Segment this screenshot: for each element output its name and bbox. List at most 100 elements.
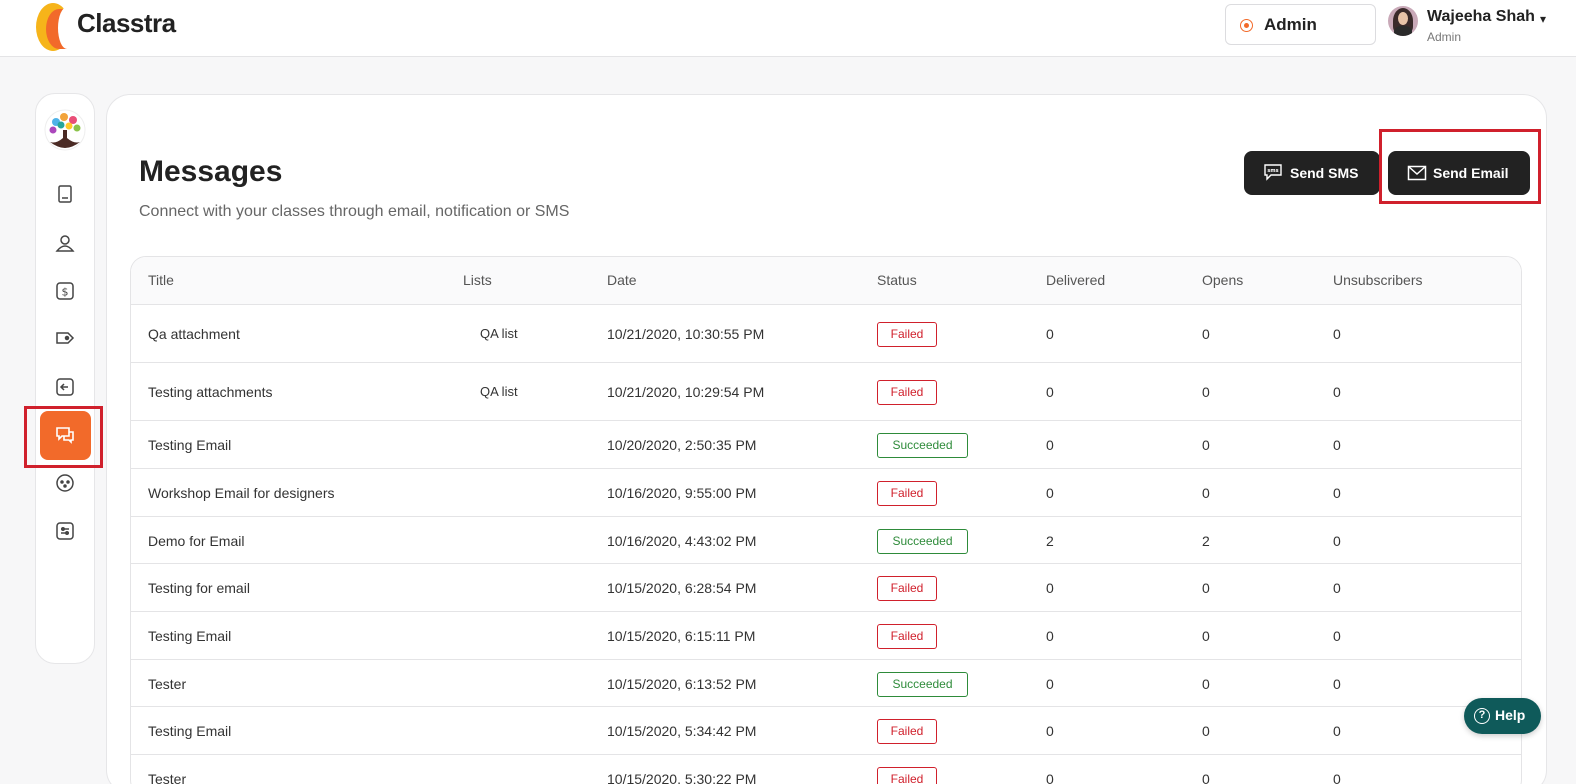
sidebar-item-users[interactable]	[53, 231, 77, 255]
dollar-icon: $	[56, 282, 74, 300]
cell-unsubscribers: 0	[1333, 580, 1341, 596]
cell-opens: 0	[1202, 384, 1210, 400]
table-row[interactable]: Testing attachments QA list 10/21/2020, 10…	[131, 363, 1521, 421]
page-subtitle: Connect with your classes through email,…	[139, 203, 570, 220]
table-header: Title Lists Date Status Delivered Opens …	[131, 257, 1521, 305]
cell-unsubscribers: 0	[1333, 326, 1341, 342]
cell-delivered: 0	[1046, 676, 1054, 692]
cell-title[interactable]: Testing attachments	[148, 384, 273, 400]
cell-title[interactable]: Testing Email	[148, 628, 231, 644]
status-badge: Failed	[877, 380, 937, 405]
sidebar-item-payments[interactable]: $	[53, 279, 77, 303]
table-row[interactable]: Tester 10/15/2020, 6:13:52 PM 0 0 0 Succeeded	[131, 660, 1521, 707]
table-row[interactable]: Qa attachment QA list 10/21/2020, 10:30:55…	[131, 305, 1521, 363]
status-badge: Failed	[877, 322, 937, 347]
column-header-status[interactable]: Status	[877, 272, 917, 288]
sidebar-item-settings[interactable]	[53, 519, 77, 543]
status-badge: Failed	[877, 481, 937, 506]
cell-delivered: 0	[1046, 326, 1054, 342]
table-row[interactable]: Testing Email 10/15/2020, 6:15:11 PM 0 0 0 Fa…	[131, 612, 1521, 660]
cell-opens: 0	[1202, 485, 1210, 501]
cell-delivered: 0	[1046, 628, 1054, 644]
cell-title[interactable]: Qa attachment	[148, 326, 240, 342]
sidebar-item-tags[interactable]	[53, 326, 77, 350]
cell-opens: 0	[1202, 723, 1210, 739]
cell-title[interactable]: Demo for Email	[148, 533, 244, 549]
column-header-lists[interactable]: Lists	[463, 272, 492, 288]
cell-date: 10/15/2020, 5:30:22 PM	[607, 771, 757, 784]
sidebar-item-login[interactable]	[53, 375, 77, 399]
sidebar-item-books[interactable]	[53, 182, 77, 206]
avatar[interactable]	[1388, 6, 1418, 36]
cell-title[interactable]: Testing Email	[148, 723, 231, 739]
user-icon	[55, 235, 75, 252]
cell-delivered: 0	[1046, 384, 1054, 400]
cell-date: 10/16/2020, 4:43:02 PM	[607, 533, 757, 549]
cell-date: 10/15/2020, 5:34:42 PM	[607, 723, 757, 739]
cell-title[interactable]: Tester	[148, 771, 186, 784]
status-badge: Failed	[877, 767, 937, 784]
cell-unsubscribers: 0	[1333, 676, 1341, 692]
settings-sliders-icon	[56, 522, 74, 540]
cell-delivered: 0	[1046, 580, 1054, 596]
tag-icon	[56, 332, 75, 344]
table-row[interactable]: Testing Email 10/20/2020, 2:50:35 PM 0 0 0 Su…	[131, 421, 1521, 469]
page-title: Messages	[139, 155, 283, 188]
column-header-opens[interactable]: Opens	[1202, 272, 1243, 288]
cell-opens: 0	[1202, 628, 1210, 644]
column-header-delivered[interactable]: Delivered	[1046, 272, 1105, 288]
cell-date: 10/16/2020, 9:55:00 PM	[607, 485, 757, 501]
cell-opens: 0	[1202, 326, 1210, 342]
sidebar-item-themes[interactable]	[53, 471, 77, 495]
cell-unsubscribers: 0	[1333, 533, 1341, 549]
status-badge: Succeeded	[877, 672, 968, 697]
status-badge: Failed	[877, 719, 937, 744]
status-badge: Failed	[877, 576, 937, 601]
cell-opens: 2	[1202, 533, 1210, 549]
send-sms-label: Send SMS	[1290, 165, 1359, 181]
svg-text:$: $	[62, 286, 69, 299]
classtra-logo[interactable]	[36, 3, 76, 51]
column-header-title[interactable]: Title	[148, 272, 174, 288]
send-sms-button[interactable]: sms Send SMS	[1244, 151, 1380, 195]
svg-text:sms: sms	[1267, 168, 1278, 174]
table-row[interactable]: Workshop Email for designers 10/16/2020, …	[131, 469, 1521, 517]
help-label: Help	[1495, 707, 1526, 723]
cell-list: QA list	[480, 384, 518, 399]
user-name[interactable]: Wajeeha Shah	[1427, 8, 1535, 26]
cell-date: 10/20/2020, 2:50:35 PM	[607, 437, 757, 453]
role-switcher-button[interactable]: Admin	[1225, 4, 1376, 45]
book-icon	[58, 185, 72, 203]
top-bar: Classtra Admin Wajeeha Shah Admin ▾	[0, 0, 1576, 57]
cell-title[interactable]: Workshop Email for designers	[148, 485, 334, 501]
column-header-date[interactable]: Date	[607, 272, 637, 288]
cell-title[interactable]: Testing Email	[148, 437, 231, 453]
cell-opens: 0	[1202, 771, 1210, 784]
highlight-box-messages-nav	[24, 406, 103, 468]
user-role: Admin	[1427, 30, 1462, 44]
table-row[interactable]: Demo for Email 10/16/2020, 4:43:02 PM 2 2 0 S…	[131, 517, 1521, 564]
cell-delivered: 0	[1046, 485, 1054, 501]
column-header-unsubscribers[interactable]: Unsubscribers	[1333, 272, 1422, 288]
table-row[interactable]: Tester 10/15/2020, 5:30:22 PM 0 0 0 Failed	[131, 755, 1521, 784]
messages-table: Title Lists Date Status Delivered Opens …	[130, 256, 1522, 784]
brand-name[interactable]: Classtra	[77, 8, 176, 39]
radio-dot-icon	[1240, 19, 1253, 32]
cell-delivered: 2	[1046, 533, 1054, 549]
table-row[interactable]: Testing for email 10/15/2020, 6:28:54 PM 0…	[131, 564, 1521, 612]
cell-opens: 0	[1202, 437, 1210, 453]
chevron-down-icon[interactable]: ▾	[1540, 12, 1546, 26]
cell-opens: 0	[1202, 580, 1210, 596]
role-label: Admin	[1264, 15, 1317, 34]
cell-title[interactable]: Tester	[148, 676, 186, 692]
tree-logo-icon	[44, 109, 86, 151]
table-row[interactable]: Testing Email 10/15/2020, 5:34:42 PM 0 0 0 Fa…	[131, 707, 1521, 755]
help-button[interactable]: ? Help	[1464, 698, 1541, 734]
cell-unsubscribers: 0	[1333, 437, 1341, 453]
highlight-box-send-email	[1379, 129, 1541, 204]
cell-unsubscribers: 0	[1333, 771, 1341, 784]
cell-title[interactable]: Testing for email	[148, 580, 250, 596]
cell-delivered: 0	[1046, 723, 1054, 739]
status-badge: Succeeded	[877, 433, 968, 458]
cell-date: 10/15/2020, 6:13:52 PM	[607, 676, 757, 692]
